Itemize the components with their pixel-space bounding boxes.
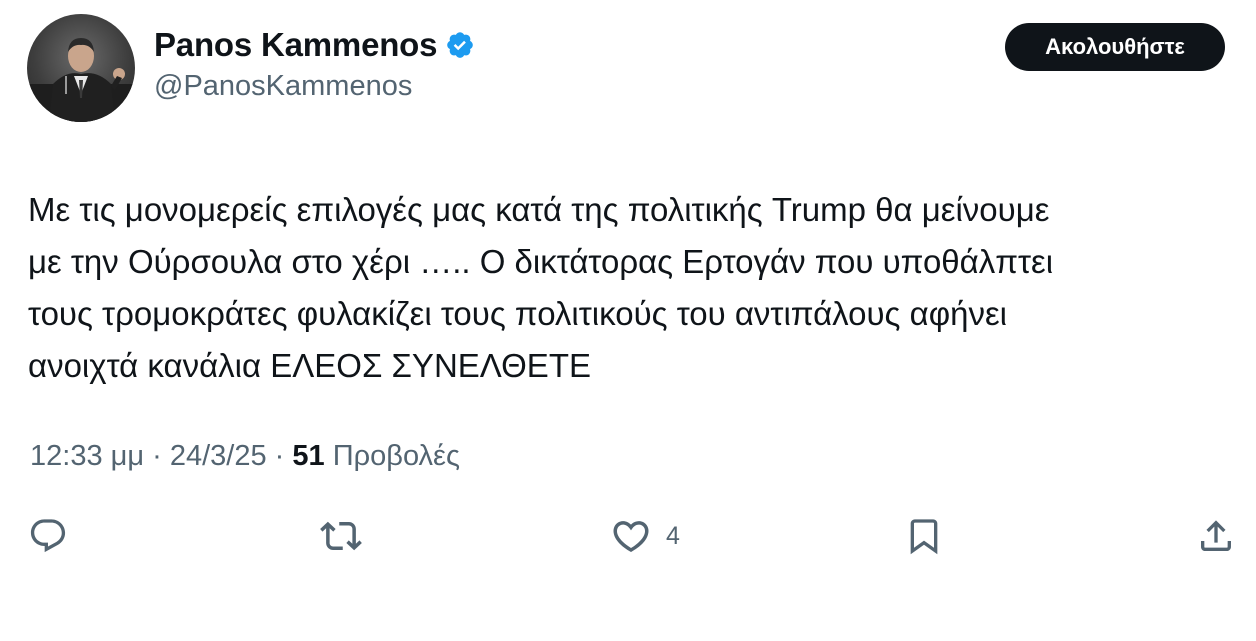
reply-button[interactable]	[28, 514, 68, 558]
retweet-icon	[320, 521, 362, 551]
profile-photo-icon	[27, 38, 135, 122]
author-name-row[interactable]: Panos Kammenos	[154, 24, 475, 66]
meta-separator: ·	[266, 440, 293, 472]
tweet-text: Με τις μονομερείς επιλογές μας κατά της …	[28, 184, 1253, 392]
tweet-text-line: Με τις μονομερείς επιλογές μας κατά της …	[28, 191, 1050, 228]
author-handle[interactable]: @PanosKammenos	[154, 70, 412, 103]
meta-separator: ·	[144, 440, 170, 472]
tweet-meta: 12:33 μμ · 24/3/25 · 51 Προβολές	[30, 440, 460, 473]
verified-badge-icon	[445, 30, 475, 60]
heart-icon	[613, 521, 649, 553]
tweet-time[interactable]: 12:33 μμ	[30, 440, 144, 472]
retweet-button[interactable]	[320, 514, 362, 558]
views-label: Προβολές	[332, 440, 460, 472]
bookmark-button[interactable]	[904, 514, 944, 558]
tweet-date[interactable]: 24/3/25	[170, 440, 267, 472]
avatar[interactable]	[27, 14, 135, 122]
like-count: 4	[666, 521, 680, 550]
tweet-text-line: ανοιχτά κανάλια ΕΛΕΟΣ ΣΥΝΕΛΘΕΤΕ	[28, 347, 591, 384]
author-display-name[interactable]: Panos Kammenos	[154, 26, 437, 64]
reply-icon	[30, 519, 66, 553]
follow-button[interactable]: Ακολουθήστε	[1005, 23, 1225, 71]
tweet-text-line: τους τρομοκράτες φυλακίζει τους πολιτικο…	[28, 295, 1007, 332]
like-button[interactable]: 4	[610, 514, 680, 558]
views-count: 51	[292, 440, 325, 472]
share-button[interactable]	[1196, 514, 1236, 558]
tweet-text-line: με την Ούρσουλα στο χέρι ….. Ο δικτάτορα…	[28, 243, 1054, 280]
share-icon	[1201, 520, 1231, 551]
bookmark-icon	[910, 519, 938, 555]
